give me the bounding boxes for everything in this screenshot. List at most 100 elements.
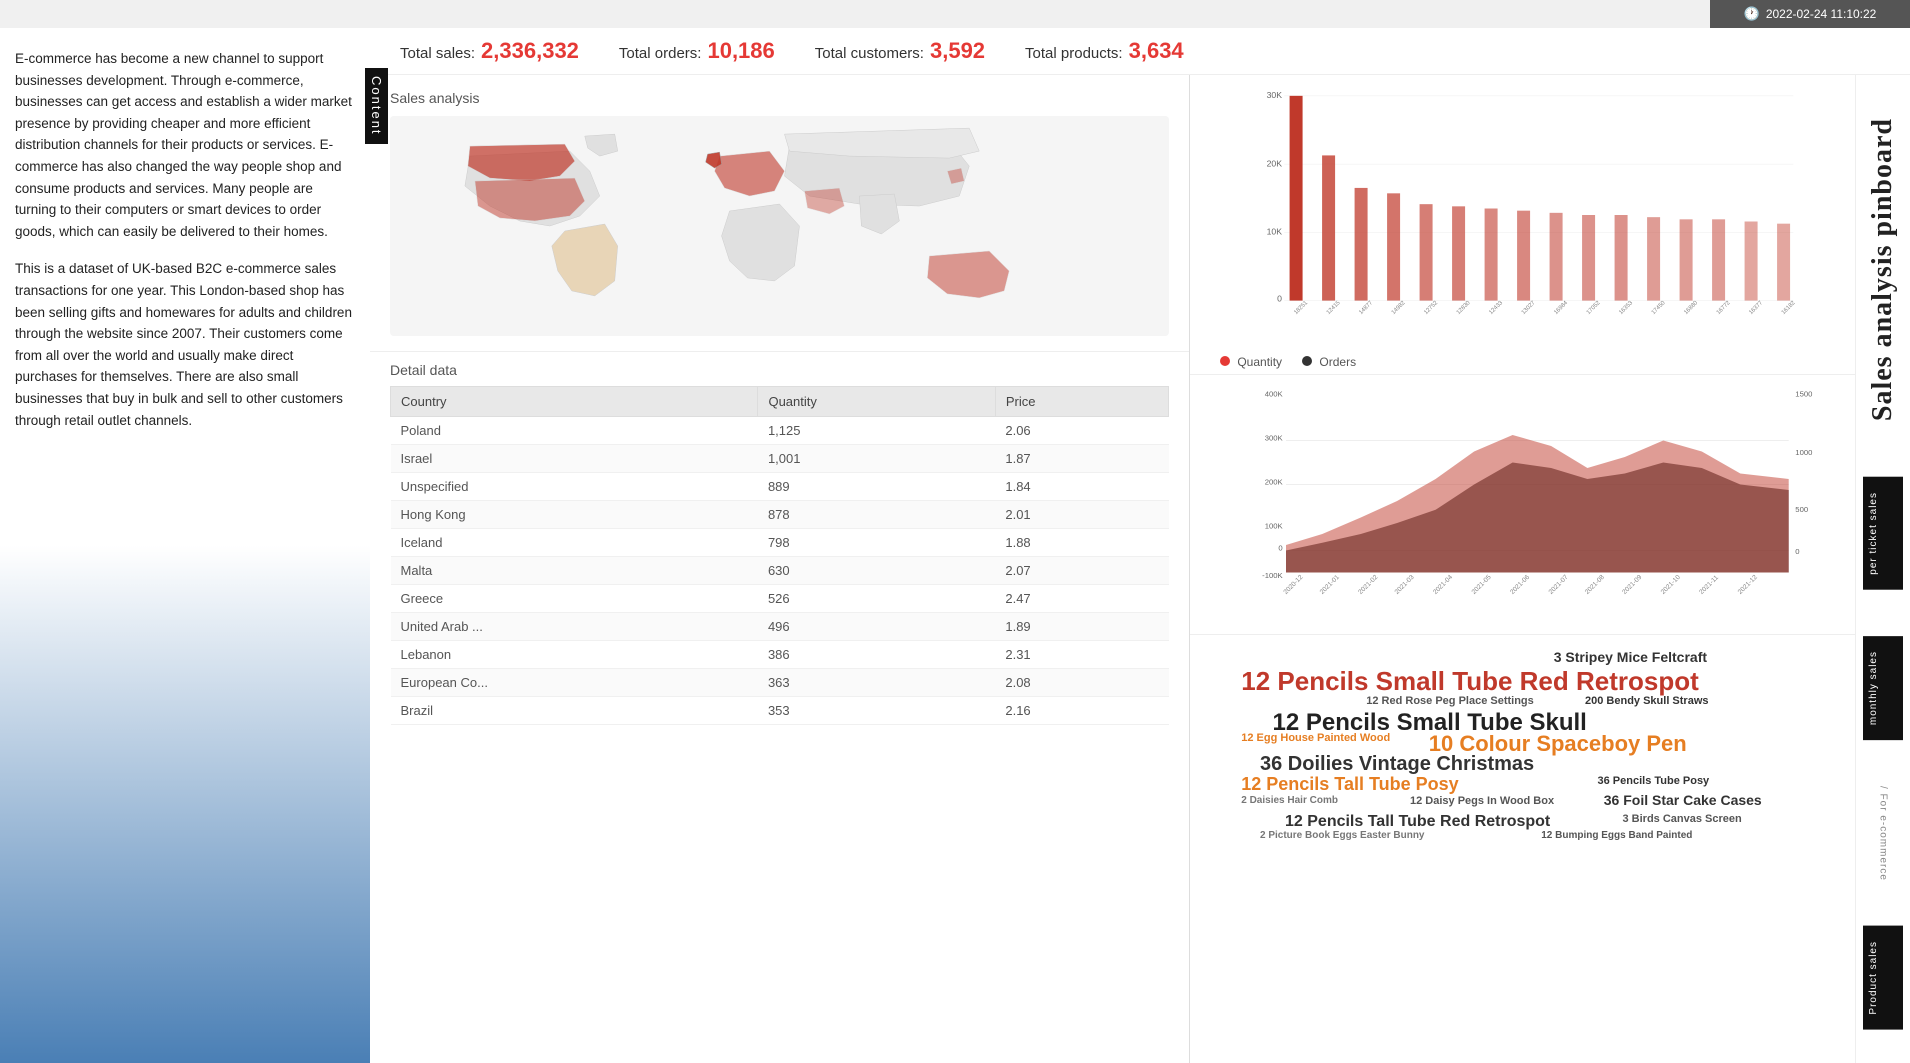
word-cloud-item: 12 Bumping Eggs Band Painted [1541,830,1692,841]
world-map [390,116,1169,336]
total-orders-stat: Total orders: 10,186 [619,38,775,64]
table-row: Brazil3532.16 [391,697,1169,725]
svg-text:14982: 14982 [1391,300,1407,316]
total-customers-label: Total customers: [815,45,924,62]
svg-text:16377: 16377 [1748,300,1764,316]
total-orders-label: Total orders: [619,45,702,62]
col-price: Price [995,387,1168,417]
col-quantity: Quantity [758,387,995,417]
word-cloud-item: 12 Pencils Small Tube Red Retrospot [1241,667,1699,696]
svg-text:14877: 14877 [1358,300,1374,316]
table-row: Unspecified8891.84 [391,473,1169,501]
center-panel: Sales analysis [370,75,1190,1063]
table-row: Israel1,0011.87 [391,445,1169,473]
table-cell-1: 798 [758,529,995,557]
table-cell-1: 363 [758,669,995,697]
word-cloud-item: 36 Foil Star Cake Cases [1604,793,1762,808]
table-cell-0: Israel [391,445,758,473]
svg-text:17450: 17450 [1651,300,1667,316]
svg-text:0: 0 [1278,544,1282,553]
word-cloud-item: 12 Red Rose Peg Place Settings [1366,695,1534,707]
svg-text:500: 500 [1795,505,1808,514]
svg-text:16182: 16182 [1781,300,1797,316]
table-cell-2: 2.31 [995,641,1168,669]
legend-quantity: Quantity [1220,355,1282,369]
per-ticket-sales-label: per ticket sales [1863,477,1903,590]
orders-dot [1302,356,1312,366]
main-title-vertical: Sales analysis pinboard [1867,108,1899,431]
svg-text:0: 0 [1277,294,1282,304]
word-cloud-item: 200 Bendy Skull Straws [1585,695,1709,707]
table-cell-2: 2.07 [995,557,1168,585]
total-products-stat: Total products: 3,634 [1025,38,1184,64]
right-area: Total sales: 2,336,332 Total orders: 10,… [370,28,1910,1063]
svg-text:2021-10: 2021-10 [1660,574,1682,596]
table-cell-0: Unspecified [391,473,758,501]
table-cell-2: 1.84 [995,473,1168,501]
table-cell-1: 526 [758,585,995,613]
svg-text:2020-12: 2020-12 [1282,574,1304,596]
legend-orders: Orders [1302,355,1356,369]
svg-text:18251: 18251 [1293,300,1309,316]
svg-text:2021-02: 2021-02 [1357,574,1379,596]
svg-text:17052: 17052 [1586,300,1602,316]
total-orders-value: 10,186 [707,38,774,64]
table-row: Malta6302.07 [391,557,1169,585]
table-cell-2: 2.47 [995,585,1168,613]
table-cell-1: 878 [758,501,995,529]
svg-text:2021-09: 2021-09 [1621,574,1643,596]
svg-text:20K: 20K [1267,158,1283,168]
svg-text:12433: 12433 [1488,300,1504,316]
total-sales-stat: Total sales: 2,336,332 [400,38,579,64]
svg-text:16772: 16772 [1716,300,1732,316]
charts-panel: 30K 20K 10K 0 [1190,75,1855,1063]
svg-text:13027: 13027 [1521,300,1537,316]
total-sales-value: 2,336,332 [481,38,579,64]
svg-text:300K: 300K [1265,434,1284,443]
svg-text:1500: 1500 [1795,390,1812,399]
datetime-label: 2022-02-24 11:10:22 [1766,7,1877,21]
table-cell-2: 2.01 [995,501,1168,529]
detail-data-title: Detail data [390,362,1169,378]
total-customers-value: 3,592 [930,38,985,64]
svg-text:200K: 200K [1265,478,1284,487]
table-cell-1: 496 [758,613,995,641]
table-row: Lebanon3862.31 [391,641,1169,669]
stats-bar: Total sales: 2,336,332 Total orders: 10,… [370,28,1910,75]
table-cell-2: 2.06 [995,417,1168,445]
word-cloud-container: 3 Stripey Mice Feltcraft 12 Pencils Small… [1210,645,1835,1053]
table-cell-0: Iceland [391,529,758,557]
table-row: Iceland7981.88 [391,529,1169,557]
col-country: Country [391,387,758,417]
svg-text:2021-04: 2021-04 [1432,574,1454,596]
intro-para1: E-commerce has become a new channel to s… [15,48,355,242]
intro-text: E-commerce has become a new channel to s… [15,48,355,431]
content-vertical-label: Content [365,68,388,144]
word-cloud-item: 12 Pencils Tall Tube Red Retrospot [1285,813,1550,831]
bar-chart-svg: 30K 20K 10K 0 [1205,85,1840,345]
data-table: Country Quantity Price Poland1,1252.06Is… [390,386,1169,725]
word-cloud-item: 36 Doilies Vintage Christmas [1260,753,1534,775]
wordcloud-section: 3 Stripey Mice Feltcraft 12 Pencils Small… [1190,635,1855,1063]
total-products-value: 3,634 [1129,38,1184,64]
svg-text:400K: 400K [1265,390,1284,399]
quantity-dot [1220,356,1230,366]
svg-text:0: 0 [1795,547,1799,556]
area-chart-svg: 400K 300K 200K 100K 0 -100K 1500 1000 50… [1205,380,1840,600]
svg-text:2021-05: 2021-05 [1471,574,1493,596]
svg-text:12830: 12830 [1456,300,1472,316]
table-cell-0: Hong Kong [391,501,758,529]
word-cloud-item: 12 Egg House Painted Wood [1241,732,1390,744]
table-cell-0: United Arab ... [391,613,758,641]
word-cloud-item: 3 Stripey Mice Feltcraft [1554,650,1707,665]
svg-text:10K: 10K [1267,226,1283,236]
svg-text:16353: 16353 [1618,300,1634,316]
table-cell-1: 353 [758,697,995,725]
word-cloud-item: 2 Daisies Hair Comb [1241,795,1338,806]
content-area: Sales analysis [370,75,1910,1063]
table-cell-1: 386 [758,641,995,669]
sales-analysis-title: Sales analysis [390,90,1169,106]
word-cloud-item: 3 Birds Canvas Screen [1623,813,1742,825]
table-cell-2: 2.08 [995,669,1168,697]
table-cell-0: Brazil [391,697,758,725]
